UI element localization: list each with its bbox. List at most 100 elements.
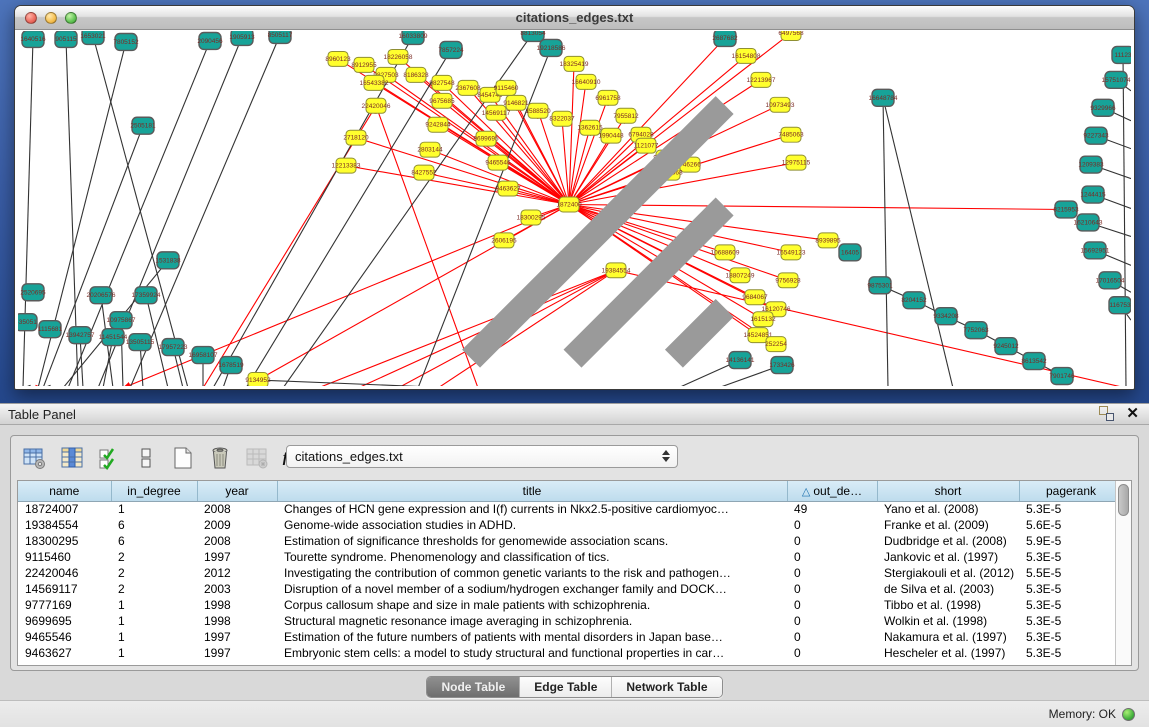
row-height-icon[interactable]	[132, 445, 160, 471]
cell-pagerank: 5.3E-5	[1019, 549, 1123, 565]
cell-short: Franke et al. (2009)	[877, 517, 1019, 533]
table-row[interactable]: 2242004622012Investigating the contribut…	[18, 565, 1123, 581]
delete-file-icon[interactable]	[206, 445, 234, 471]
tab-edge-table[interactable]: Edge Table	[520, 677, 612, 697]
table-panel-body: f(x) citations_edges.txt namein_degreeye…	[10, 435, 1139, 671]
column-header-title[interactable]: title	[277, 481, 787, 501]
cell-in_degree: 1	[111, 645, 197, 661]
cell-out_degree: 0	[787, 613, 877, 629]
float-panel-icon[interactable]	[1099, 406, 1114, 421]
delete-table-icon[interactable]	[243, 445, 271, 471]
show-column-icon[interactable]	[58, 445, 86, 471]
cell-name: 18724007	[18, 501, 111, 517]
select-rows-icon[interactable]	[95, 445, 123, 471]
cell-pagerank: 5.3E-5	[1019, 597, 1123, 613]
table-type-tabs: Node TableEdge TableNetwork Table	[426, 676, 722, 698]
cell-in_degree: 6	[111, 533, 197, 549]
column-header-pagerank[interactable]: pagerank	[1019, 481, 1123, 501]
cell-out_degree: 0	[787, 629, 877, 645]
tab-network-table[interactable]: Network Table	[612, 677, 721, 697]
column-header-out_degree[interactable]: △out_de…	[787, 481, 877, 501]
cell-out_degree: 0	[787, 533, 877, 549]
cell-in_degree: 2	[111, 565, 197, 581]
table-row[interactable]: 1938455462009Genome-wide association stu…	[18, 517, 1123, 533]
column-header-short[interactable]: short	[877, 481, 1019, 501]
cell-out_degree: 0	[787, 517, 877, 533]
cell-short: Jankovic et al. (1997)	[877, 549, 1019, 565]
network-window[interactable]: citations_edges.txt 18724008960123891295…	[14, 5, 1135, 390]
new-file-icon[interactable]	[169, 445, 197, 471]
tab-node-table[interactable]: Node Table	[427, 677, 520, 697]
table-row[interactable]: 946554611997Estimation of the future num…	[18, 629, 1123, 645]
cell-title: Embryonic stem cells: a model to study s…	[277, 645, 787, 661]
column-header-in_degree[interactable]: in_degree	[111, 481, 197, 501]
cell-short: de Silva et al. (2003)	[877, 581, 1019, 597]
cell-name: 18300295	[18, 533, 111, 549]
cell-short: Yano et al. (2008)	[877, 501, 1019, 517]
cell-title: Genome-wide association studies in ADHD.	[277, 517, 787, 533]
close-panel-icon[interactable]: ✕	[1126, 406, 1139, 421]
cell-pagerank: 5.6E-5	[1019, 517, 1123, 533]
table-row[interactable]: 1456911722003Disruption of a novel membe…	[18, 581, 1123, 597]
table-panel-header: Table Panel ✕	[0, 403, 1149, 425]
cell-out_degree: 0	[787, 549, 877, 565]
desktop-background: citations_edges.txt 18724008960123891295…	[0, 0, 1149, 403]
table-row[interactable]: 1872400712008Changes of HCN gene express…	[18, 501, 1123, 517]
cell-short: Stergiakouli et al. (2012)	[877, 565, 1019, 581]
cell-year: 1998	[197, 613, 277, 629]
cell-short: Nakamura et al. (1997)	[877, 629, 1019, 645]
cell-pagerank: 5.3E-5	[1019, 581, 1123, 597]
cell-name: 9465546	[18, 629, 111, 645]
cell-year: 2003	[197, 581, 277, 597]
cell-short: Dudbridge et al. (2008)	[877, 533, 1019, 549]
cell-in_degree: 1	[111, 613, 197, 629]
table-panel-title: Table Panel	[8, 407, 76, 422]
table-scrollbar[interactable]	[1115, 481, 1131, 665]
cell-pagerank: 5.5E-5	[1019, 565, 1123, 581]
cell-title: Corpus callosum shape and size in male p…	[277, 597, 787, 613]
cell-year: 1997	[197, 629, 277, 645]
network-select-value: citations_edges.txt	[295, 449, 403, 464]
cell-short: Tibbo et al. (1998)	[877, 597, 1019, 613]
cell-pagerank: 5.9E-5	[1019, 533, 1123, 549]
cell-year: 2009	[197, 517, 277, 533]
cell-year: 1998	[197, 597, 277, 613]
node-table-container: namein_degreeyeartitle△out_de…shortpager…	[17, 480, 1132, 666]
cell-short: Hescheler et al. (1997)	[877, 645, 1019, 661]
table-toolbar: f(x)	[21, 443, 308, 473]
table-row[interactable]: 969969511998Structural magnetic resonanc…	[18, 613, 1123, 629]
cell-year: 2008	[197, 533, 277, 549]
cell-out_degree: 0	[787, 565, 877, 581]
cell-title: Structural magnetic resonance image aver…	[277, 613, 787, 629]
cell-title: Disruption of a novel member of a sodium…	[277, 581, 787, 597]
table-row[interactable]: 977716911998Corpus callosum shape and si…	[18, 597, 1123, 613]
cell-name: 14569117	[18, 581, 111, 597]
column-header-name[interactable]: name	[18, 481, 111, 501]
table-row[interactable]: 946362711997Embryonic stem cells: a mode…	[18, 645, 1123, 661]
table-scrollbar-thumb[interactable]	[1118, 484, 1129, 516]
cell-out_degree: 49	[787, 501, 877, 517]
cell-name: 9699695	[18, 613, 111, 629]
cell-in_degree: 1	[111, 629, 197, 645]
cell-pagerank: 5.3E-5	[1019, 629, 1123, 645]
node-table: namein_degreeyeartitle△out_de…shortpager…	[18, 481, 1124, 661]
table-header-row: namein_degreeyeartitle△out_de…shortpager…	[18, 481, 1123, 501]
cell-year: 1997	[197, 645, 277, 661]
window-resize-grip[interactable]	[18, 31, 1129, 384]
column-header-year[interactable]: year	[197, 481, 277, 501]
network-canvas[interactable]: 1872400896012389129551822605898275031654…	[18, 31, 1131, 386]
sort-ascending-icon: △	[802, 486, 810, 498]
memory-status-icon[interactable]	[1122, 708, 1135, 721]
cell-year: 1997	[197, 549, 277, 565]
cell-in_degree: 6	[111, 517, 197, 533]
cell-year: 2008	[197, 501, 277, 517]
network-window-titlebar[interactable]: citations_edges.txt	[15, 6, 1134, 30]
table-row[interactable]: 911546021997Tourette syndrome. Phenomeno…	[18, 549, 1123, 565]
cell-title: Changes of HCN gene expression and I(f) …	[277, 501, 787, 517]
cell-name: 19384554	[18, 517, 111, 533]
table-row[interactable]: 1830029562008Estimation of significance …	[18, 533, 1123, 549]
network-select-dropdown[interactable]: citations_edges.txt	[286, 445, 678, 468]
cell-out_degree: 0	[787, 645, 877, 661]
table-settings-icon[interactable]	[21, 445, 49, 471]
cell-pagerank: 5.3E-5	[1019, 501, 1123, 517]
